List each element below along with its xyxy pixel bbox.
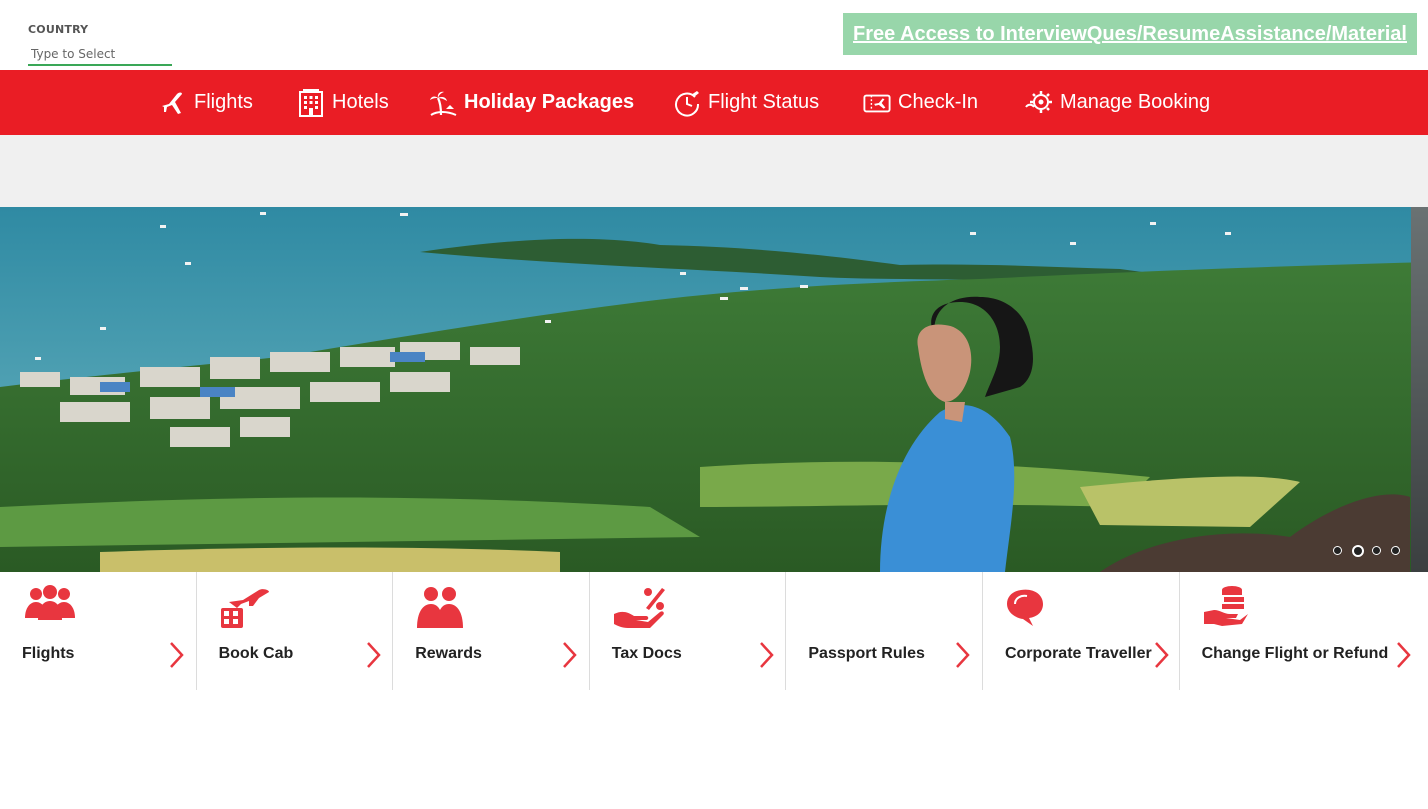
chevron-right-icon: [563, 642, 577, 668]
nav-label: Manage Booking: [1060, 91, 1211, 113]
nav-label: Hotels: [332, 91, 389, 113]
gray-band: [0, 135, 1428, 207]
tile-change-flight-or-refund[interactable]: Change Flight or Refund: [1180, 572, 1428, 690]
promo-link[interactable]: Free Access to InterviewQues/ResumeAssis…: [853, 23, 1407, 46]
tile-book-cab[interactable]: Book Cab: [197, 572, 394, 690]
nav-label: Check-In: [898, 91, 979, 113]
tile-label: Book Cab: [218, 645, 294, 662]
cab-plane-icon: [220, 589, 269, 628]
plane-icon: [158, 88, 188, 118]
tile-label: Corporate Traveller: [1004, 645, 1152, 662]
nav-label: Flights: [194, 91, 253, 113]
country-input[interactable]: [28, 44, 172, 66]
tile-passport-rules[interactable]: Passport Rules: [786, 572, 983, 690]
hand-coins-icon: [1203, 586, 1248, 626]
nav-item-flights[interactable]: Flights: [158, 70, 253, 135]
main-nav: Flights Hotels Holiday Packages Flight S…: [0, 70, 1428, 135]
promo-banner[interactable]: Free Access to InterviewQues/ResumeAssis…: [843, 13, 1417, 55]
nav-item-check-in[interactable]: Check-In: [862, 70, 978, 135]
service-tiles: Flights Book Cab Rewards Tax Docs Passpo…: [0, 572, 1428, 690]
chevron-right-icon: [366, 642, 381, 668]
chevron-right-icon: [1155, 642, 1169, 668]
carousel-dot-active[interactable]: [1352, 544, 1364, 557]
people-icon: [417, 587, 464, 628]
carousel-dots: [1333, 544, 1410, 557]
next-slide-preview: [1411, 207, 1428, 572]
hand-percent-icon: [613, 588, 665, 628]
nav-item-hotels[interactable]: Hotels: [296, 70, 389, 135]
group-people-icon: [25, 585, 75, 620]
tile-label: Flights: [22, 645, 75, 662]
palm-tree-icon: [428, 88, 458, 118]
chevron-right-icon: [170, 642, 184, 668]
tile-label: Passport Rules: [808, 645, 925, 662]
chevron-right-icon: [759, 642, 774, 668]
tile-label: Change Flight or Refund: [1201, 645, 1389, 662]
nav-label: Holiday Packages: [464, 91, 635, 113]
country-label: COUNTRY: [28, 23, 89, 36]
ticket-icon: [862, 88, 892, 118]
chevron-right-icon: [956, 642, 971, 668]
nav-item-holiday-packages[interactable]: Holiday Packages: [428, 70, 634, 135]
carousel-dot[interactable]: [1391, 546, 1400, 555]
chevron-right-icon: [1396, 642, 1411, 668]
nav-label: Flight Status: [708, 91, 820, 113]
hero-carousel[interactable]: [0, 207, 1428, 572]
gear-cloud-icon: [1024, 88, 1054, 118]
hotel-icon: [296, 88, 326, 118]
top-bar: COUNTRY Free Access to InterviewQues/Res…: [0, 0, 1428, 70]
tile-label: Rewards: [415, 645, 482, 662]
hero-image: [0, 207, 1428, 572]
chat-bubble-icon: [1006, 589, 1043, 626]
nav-item-flight-status[interactable]: Flight Status: [672, 70, 819, 135]
tile-label: Tax Docs: [611, 645, 682, 662]
carousel-dot[interactable]: [1372, 546, 1381, 555]
tile-tax-docs[interactable]: Tax Docs: [590, 572, 787, 690]
nav-item-manage-booking[interactable]: Manage Booking: [1024, 70, 1210, 135]
tile-corporate-traveller[interactable]: Corporate Traveller: [983, 572, 1180, 690]
clock-plane-icon: [672, 88, 702, 118]
tile-flights[interactable]: Flights: [0, 572, 197, 690]
carousel-dot[interactable]: [1333, 546, 1342, 555]
tile-rewards[interactable]: Rewards: [393, 572, 590, 690]
